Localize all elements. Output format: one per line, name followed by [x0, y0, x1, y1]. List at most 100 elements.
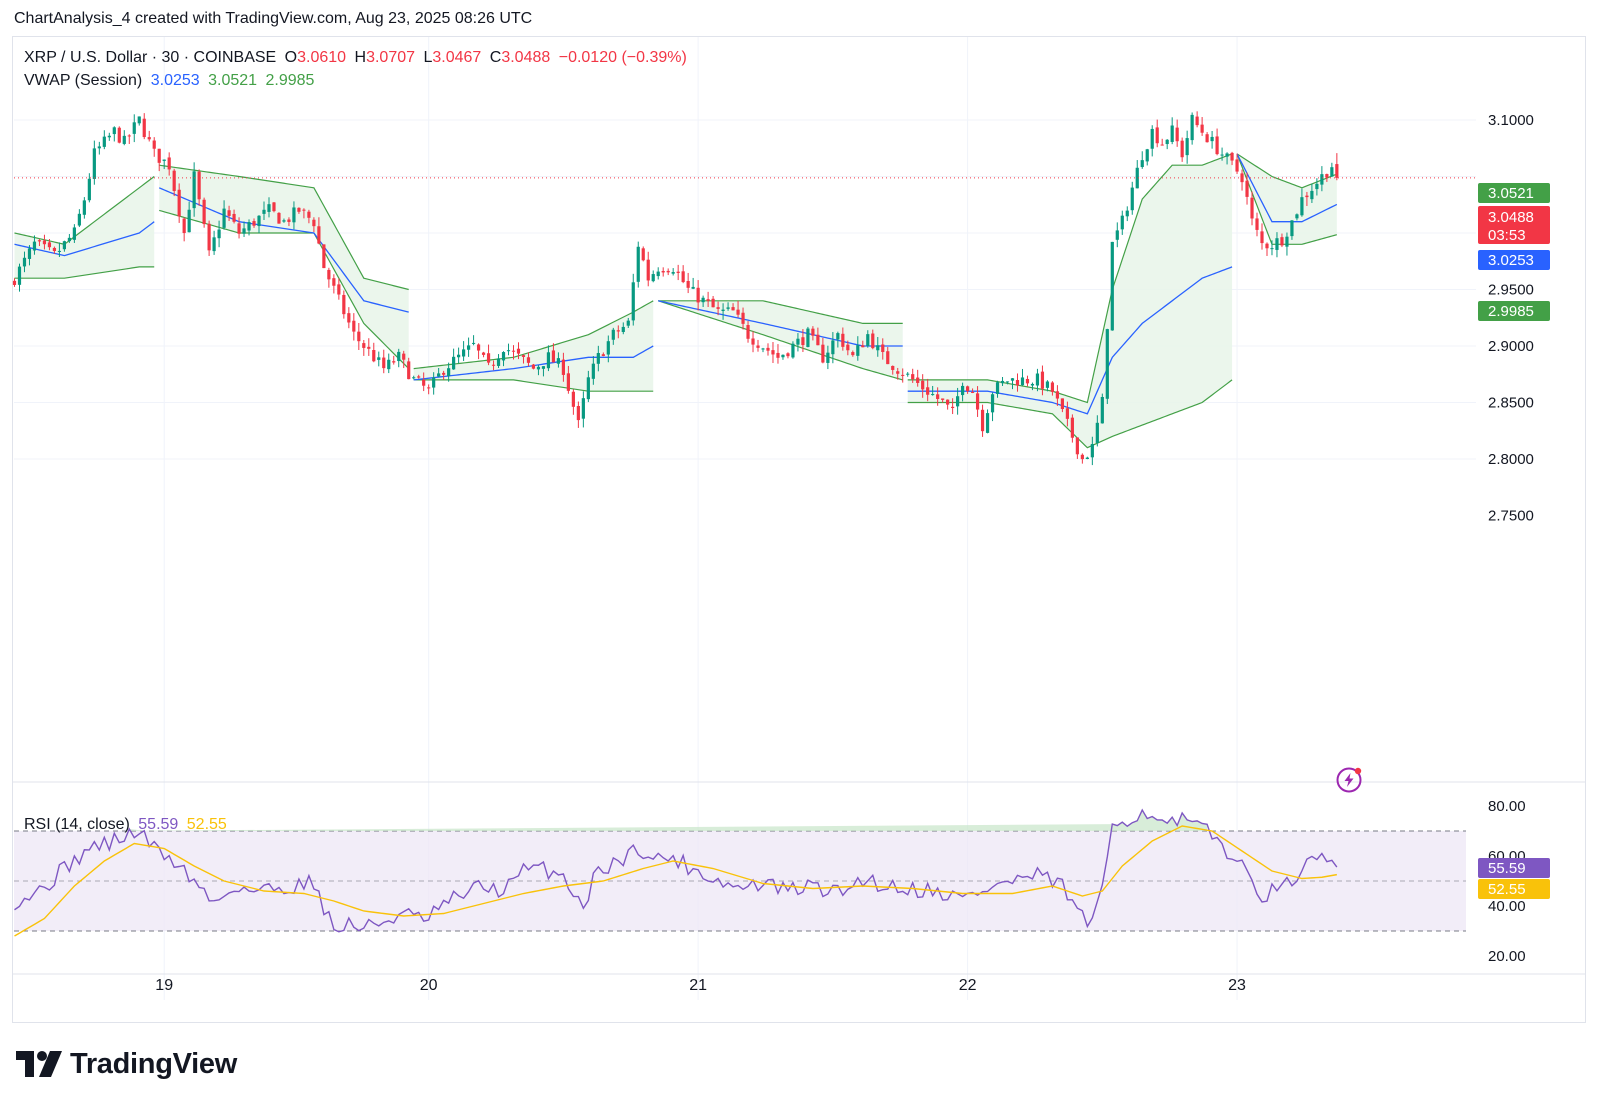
candle — [367, 338, 371, 356]
candle-body — [995, 382, 1000, 394]
candle — [382, 349, 386, 374]
candle-body — [377, 357, 381, 360]
candle — [337, 278, 341, 300]
candle-body — [766, 347, 770, 351]
candle-body — [1260, 231, 1264, 244]
vwap-mid-tag-text: 3.0253 — [1488, 252, 1534, 269]
time-axis[interactable]: 19 20 21 22 23 — [155, 977, 1246, 994]
candle — [202, 197, 206, 228]
candle-body — [666, 270, 670, 273]
candle — [1075, 437, 1079, 459]
candle-body — [975, 393, 980, 410]
candle-body — [252, 221, 256, 226]
candle — [686, 272, 690, 294]
last-price-tag-countdown: 03:53 — [1488, 227, 1526, 244]
candle-body — [382, 357, 386, 369]
candle-body — [102, 136, 106, 147]
candle-body — [1125, 210, 1129, 217]
candle-body — [1080, 454, 1084, 460]
candle-body — [486, 353, 491, 363]
candle — [1155, 119, 1159, 148]
candle — [1135, 160, 1139, 189]
candle-body — [1070, 417, 1074, 438]
candle-body — [990, 394, 995, 413]
candle-body — [187, 209, 191, 233]
candle-body — [277, 212, 281, 224]
candle-body — [267, 204, 271, 212]
vwap-label[interactable]: VWAP (Session) — [24, 72, 142, 89]
candle — [496, 354, 501, 369]
candle-body — [566, 373, 570, 391]
candle — [771, 342, 775, 364]
candle-body — [302, 209, 306, 211]
rsi-indicator — [14, 808, 1466, 937]
candle — [1020, 368, 1025, 386]
candle-body — [332, 278, 336, 286]
candle-body — [1050, 382, 1055, 392]
candle — [486, 344, 491, 366]
candle-body — [147, 137, 151, 140]
candle-body — [232, 213, 236, 222]
lightning-icon[interactable] — [1335, 766, 1363, 794]
candle — [781, 354, 785, 360]
candle — [352, 313, 356, 341]
candle-body — [536, 366, 541, 370]
candle-body — [641, 248, 645, 261]
candle — [466, 337, 471, 357]
candle — [1335, 153, 1339, 181]
candle — [1130, 181, 1134, 215]
candle-body — [646, 259, 650, 281]
symbol-label[interactable]: XRP / U.S. Dollar · 30 · COINBASE — [24, 49, 276, 66]
tradingview-logo-icon — [16, 1051, 62, 1077]
candle-body — [1325, 174, 1329, 178]
candle-body — [956, 396, 960, 407]
candle-body — [586, 377, 590, 400]
rsi-label[interactable]: RSI (14, close) — [24, 816, 130, 833]
candle-body — [432, 377, 436, 388]
candle — [646, 251, 650, 287]
candle-body — [137, 116, 141, 124]
candle-body — [596, 353, 600, 364]
candle-body — [127, 135, 131, 137]
candle-body — [901, 374, 905, 376]
candle-body — [1035, 373, 1040, 386]
chart-canvas[interactable]: 3.1000 2.9500 2.9000 2.8500 2.8000 2.7500 80.0… — [0, 0, 1600, 1102]
candle-body — [781, 354, 785, 358]
candle-body — [836, 333, 840, 340]
candle — [97, 141, 101, 155]
candle — [132, 114, 136, 143]
time-tick-label: 20 — [420, 977, 438, 994]
candle-body — [67, 237, 71, 242]
last-price-tag-text: 3.0488 — [1488, 209, 1534, 226]
candle — [457, 347, 461, 364]
candle-body — [881, 344, 885, 353]
candle — [1180, 137, 1184, 162]
candle — [1260, 223, 1264, 250]
vwap-band-fill — [159, 165, 409, 369]
candle-body — [192, 171, 196, 209]
candle-body — [506, 350, 511, 352]
candle-body — [292, 207, 296, 223]
candle-body — [1150, 128, 1154, 149]
candle-body — [322, 244, 326, 269]
candle — [751, 331, 755, 353]
candle-body — [1255, 218, 1259, 230]
candle-body — [327, 269, 331, 280]
candle — [576, 401, 580, 428]
candle — [766, 343, 770, 356]
candle-body — [711, 298, 715, 308]
candle-body — [202, 199, 206, 225]
candle — [342, 290, 346, 319]
candle-body — [521, 355, 526, 357]
candle-body — [961, 385, 965, 396]
candle-body — [936, 394, 940, 399]
tradingview-logo[interactable]: TradingView — [16, 1046, 237, 1082]
candle-body — [197, 171, 201, 200]
candle-body — [1250, 197, 1254, 219]
candle-body — [317, 226, 321, 244]
candle-body — [501, 352, 506, 361]
price-tick-label: 2.9500 — [1488, 282, 1534, 299]
candle-body — [771, 350, 775, 355]
candle-body — [442, 372, 446, 375]
candle-body — [312, 219, 316, 227]
